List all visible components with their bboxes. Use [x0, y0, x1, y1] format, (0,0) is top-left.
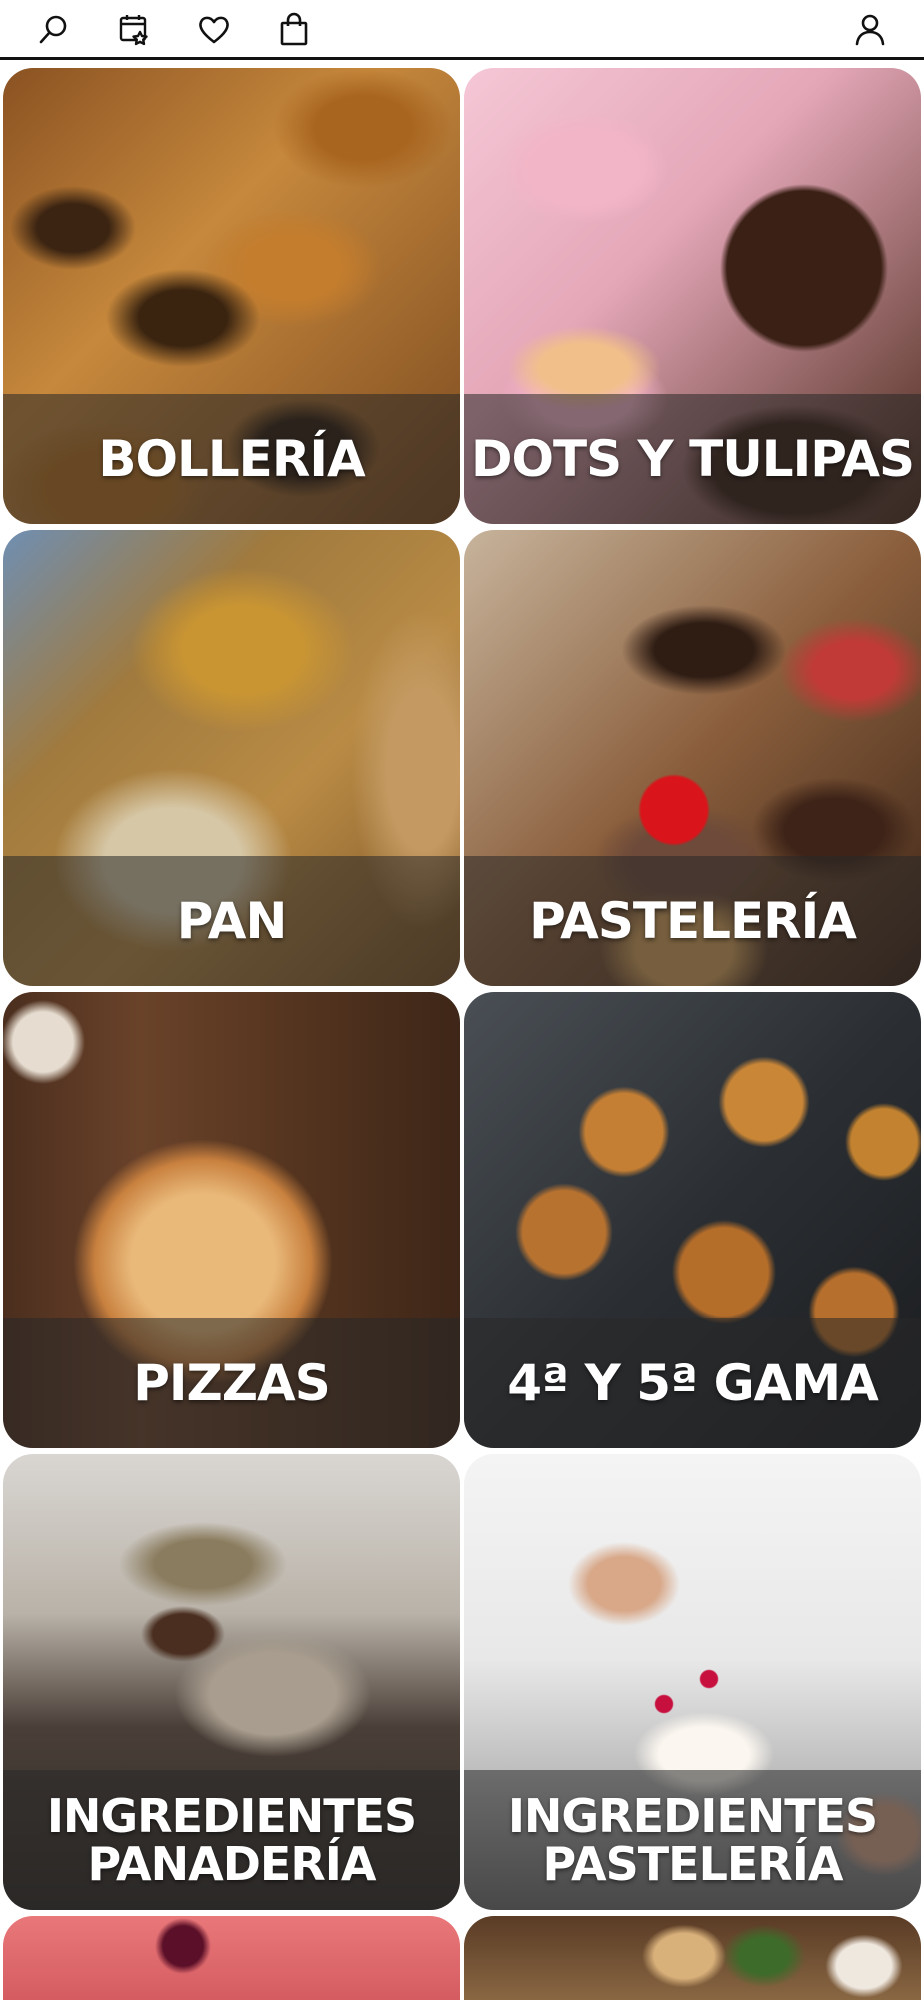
- search-icon[interactable]: [34, 10, 74, 50]
- category-tile-pan[interactable]: PAN: [3, 530, 460, 986]
- category-label: PIZZAS: [3, 1318, 460, 1448]
- category-tile-ingredientes-pasteleria[interactable]: INGREDIENTES PASTELERÍA: [464, 1454, 921, 1910]
- category-tile-pasteleria[interactable]: PASTELERÍA: [464, 530, 921, 986]
- user-icon[interactable]: [850, 10, 890, 50]
- category-label: DOTS Y TULIPAS: [464, 394, 921, 524]
- category-label: 4ª Y 5ª GAMA: [464, 1318, 921, 1448]
- shopping-bag-icon[interactable]: [274, 10, 314, 50]
- vegetables-photo: [464, 1916, 921, 2000]
- category-tile-dots-y-tulipas[interactable]: DOTS Y TULIPAS: [464, 68, 921, 524]
- favorites-list-icon[interactable]: [114, 10, 154, 50]
- category-tile-4-y-5-gama[interactable]: 4ª Y 5ª GAMA: [464, 992, 921, 1448]
- category-tile-partial[interactable]: [464, 1916, 921, 2000]
- category-tile-pizzas[interactable]: PIZZAS: [3, 992, 460, 1448]
- category-label: PAN: [3, 856, 460, 986]
- category-label: PASTELERÍA: [464, 856, 921, 986]
- category-label: INGREDIENTES PASTELERÍA: [464, 1770, 921, 1910]
- category-tile-bolleria[interactable]: BOLLERÍA: [3, 68, 460, 524]
- heart-icon[interactable]: [194, 10, 234, 50]
- top-bar: [0, 0, 924, 60]
- category-tile-ingredientes-panaderia[interactable]: INGREDIENTES PANADERÍA: [3, 1454, 460, 1910]
- category-label: BOLLERÍA: [3, 394, 460, 524]
- dessert-photo: [3, 1916, 460, 2000]
- category-label: INGREDIENTES PANADERÍA: [3, 1770, 460, 1910]
- category-tile-partial[interactable]: [3, 1916, 460, 2000]
